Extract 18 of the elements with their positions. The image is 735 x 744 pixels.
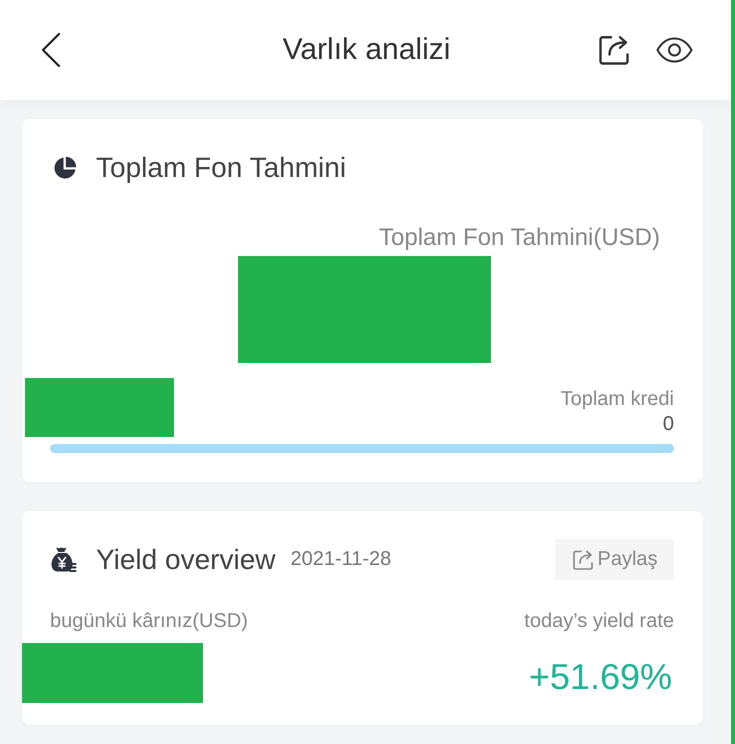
- visibility-button[interactable]: [656, 37, 693, 63]
- profit-label: bugünkü kârınız(USD): [50, 609, 248, 633]
- back-button[interactable]: [40, 32, 62, 68]
- back-chevron-icon: [41, 32, 61, 68]
- total-credit-label: Toplam kredi: [560, 387, 674, 411]
- eye-icon: [656, 37, 693, 63]
- card-title: Toplam Fon Tahmini: [96, 152, 346, 184]
- money-bag-icon: [50, 546, 77, 573]
- total-credit-value: 0: [662, 412, 674, 437]
- total-fund-label: Toplam Fon Tahmini(USD): [379, 225, 660, 251]
- card-title: Yield overview: [96, 544, 276, 576]
- share-button[interactable]: Paylaş: [555, 539, 674, 580]
- pie-chart-icon: [53, 156, 77, 180]
- date-label: 2021-11-28: [290, 548, 392, 571]
- page-title: Varlık analizi: [282, 33, 450, 67]
- yield-rate-label: today’s yield rate: [524, 609, 674, 633]
- share-icon: [571, 548, 596, 572]
- yield-rate-value: +51.69%: [528, 656, 672, 698]
